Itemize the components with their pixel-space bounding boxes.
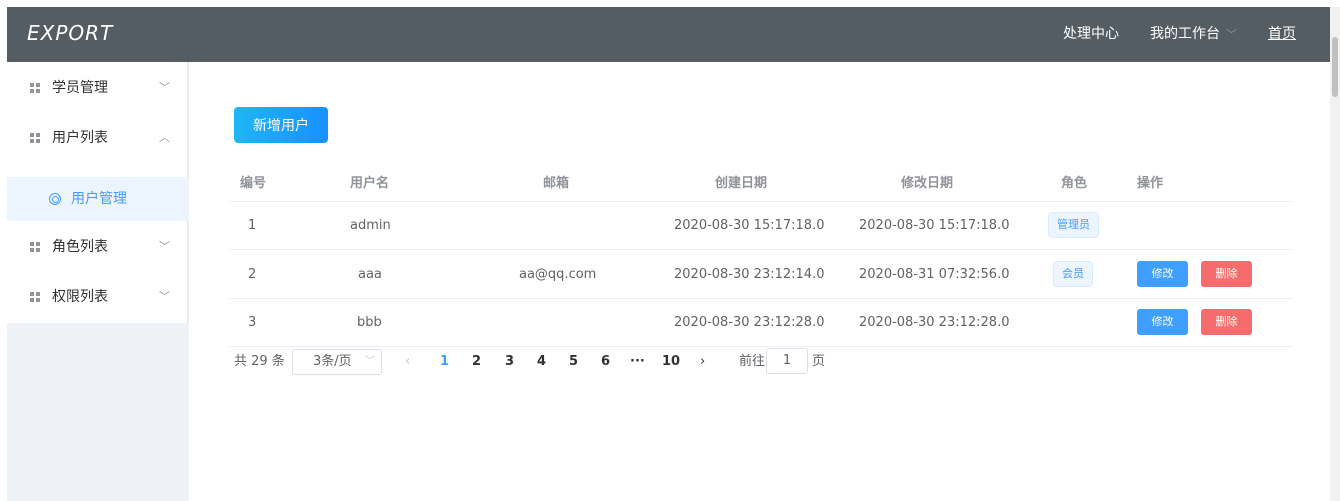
nav-processing-label: 处理中心 [1063,26,1119,42]
page-number[interactable]: 2 [472,349,481,375]
sidebar-item-role-list[interactable]: 角色列表 ﹀ [7,222,188,272]
delete-button[interactable]: 删除 [1201,261,1252,287]
sidebar-item-user-list[interactable]: 用户列表 ︿ [7,113,188,163]
nav-home[interactable]: 首页 [1268,7,1296,62]
grid-icon [30,133,41,144]
column-header-id: 编号 [240,176,267,191]
nav-home-label: 首页 [1268,26,1296,42]
cell-id: 3 [248,315,257,330]
grid-icon [30,83,41,94]
app-logo: EXPORT [27,21,114,45]
role-badge: 管理员 [1048,212,1099,238]
chevron-down-icon: ﹀ [159,81,170,94]
table-divider [230,249,1292,250]
page-size-value: 3条/页 [313,354,352,369]
page-number[interactable]: 5 [569,349,578,375]
table-divider [230,201,1292,202]
user-management-icon [49,193,61,205]
edit-button[interactable]: 修改 [1137,309,1188,335]
column-header-actions: 操作 [1137,176,1164,191]
page-number[interactable]: 1 [440,349,449,375]
cell-created: 2020-08-30 15:17:18.0 [674,218,825,233]
table-divider [230,346,1292,347]
vertical-scrollbar[interactable] [1330,7,1340,501]
cell-username: admin [350,218,391,233]
page-number[interactable]: 10 [662,349,680,375]
cell-modified: 2020-08-30 15:17:18.0 [859,218,1010,233]
grid-icon [30,292,41,303]
cell-created: 2020-08-30 23:12:14.0 [674,267,825,282]
cell-username: bbb [357,315,382,330]
cell-id: 1 [248,218,257,233]
column-header-username: 用户名 [350,176,390,191]
cell-created: 2020-08-30 23:12:28.0 [674,315,825,330]
sidebar-item-user-management[interactable]: 用户管理 [7,177,188,221]
nav-processing-center[interactable]: 处理中心 [1063,7,1119,62]
sidebar-item-label: 角色列表 [52,239,108,255]
page-number[interactable]: 6 [601,349,610,375]
sidebar: 学员管理 ﹀ 用户列表 ︿ 用户管理 角色列表 ﹀ 权限列表 ﹀ [7,62,189,501]
cell-modified: 2020-08-30 23:12:28.0 [859,315,1010,330]
sidebar-item-students[interactable]: 学员管理 ﹀ [7,63,188,113]
column-header-modified: 修改日期 [901,176,954,191]
sidebar-item-label: 权限列表 [52,289,108,305]
next-page-button[interactable]: › [700,349,705,375]
column-header-created: 创建日期 [715,176,768,191]
delete-button[interactable]: 删除 [1201,309,1252,335]
grid-icon [30,242,41,253]
chevron-up-icon: ︿ [159,131,170,144]
table-divider [230,298,1292,299]
pagination-total: 共 29 条 [234,354,285,369]
page-number[interactable]: 4 [537,349,546,375]
page-ellipsis[interactable]: ··· [630,349,645,375]
scrollbar-thumb[interactable] [1332,37,1338,97]
sidebar-item-label: 学员管理 [52,80,108,96]
cell-id: 2 [248,267,257,282]
goto-page-input[interactable]: 1 [766,348,808,374]
cell-username: aaa [358,267,382,282]
edit-button[interactable]: 修改 [1137,261,1188,287]
role-badge: 会员 [1053,261,1093,287]
chevron-down-icon: ﹀ [159,290,170,303]
chevron-down-icon: ﹀ [365,356,375,367]
top-navbar: EXPORT 处理中心 我的工作台 ﹀ 首页 [7,7,1330,62]
nav-workbench[interactable]: 我的工作台 ﹀ [1150,7,1237,62]
add-user-button[interactable]: 新增用户 [234,107,328,143]
cell-email: aa@qq.com [519,267,597,282]
page-number[interactable]: 3 [505,349,514,375]
cell-modified: 2020-08-31 07:32:56.0 [859,267,1010,282]
nav-workbench-label: 我的工作台 [1150,26,1220,42]
page-size-select[interactable]: 3条/页 ﹀ [292,349,382,375]
chevron-down-icon: ﹀ [159,240,170,253]
chevron-down-icon: ﹀ [1226,28,1237,41]
prev-page-button[interactable]: ‹ [405,349,410,375]
goto-suffix: 页 [812,354,826,369]
sidebar-item-label: 用户管理 [71,191,127,207]
column-header-email: 邮箱 [543,176,570,191]
column-header-role: 角色 [1061,176,1088,191]
sidebar-item-permission-list[interactable]: 权限列表 ﹀ [7,272,188,322]
sidebar-menu: 学员管理 ﹀ 用户列表 ︿ 用户管理 角色列表 ﹀ 权限列表 ﹀ [7,62,188,323]
goto-prefix: 前往 [739,354,766,369]
sidebar-item-label: 用户列表 [52,130,108,146]
